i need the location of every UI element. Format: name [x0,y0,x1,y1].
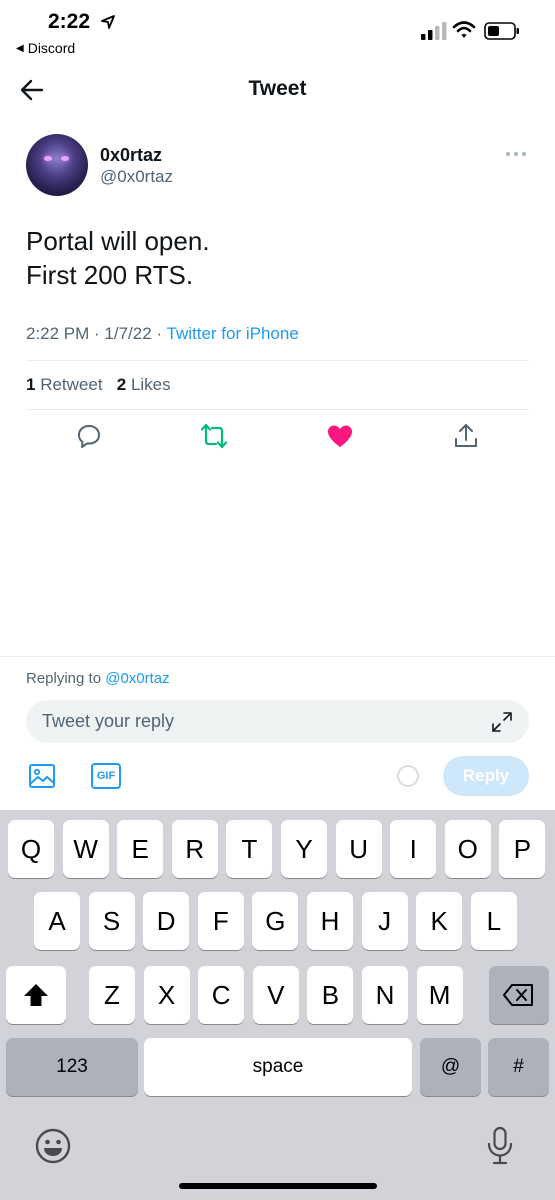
key-z[interactable]: Z [89,966,135,1024]
microphone-icon[interactable] [486,1126,514,1166]
wifi-icon [452,21,476,38]
hash-key[interactable]: # [488,1038,549,1096]
likes-link[interactable]: 2 Likes [117,375,171,394]
retweet-icon[interactable] [200,422,228,450]
key-k[interactable]: K [416,892,463,950]
replying-to: Replying to @0x0rtaz [26,670,170,687]
tweet-text: Portal will open. First 200 RTS. [26,224,210,292]
reply-input-container[interactable] [26,700,529,743]
home-indicator [179,1183,377,1189]
page-title: Tweet [248,77,307,100]
reply-button[interactable]: Reply [443,756,529,796]
key-u[interactable]: U [335,820,382,878]
shift-arrow-icon [24,984,48,1006]
meta-separator: · [89,324,105,343]
key-g[interactable]: G [252,892,299,950]
avatar-eye-left [44,156,52,161]
key-h[interactable]: H [307,892,353,950]
tweet-text-line: Portal will open. [26,226,210,256]
back-to-app-link[interactable]: ◀ Discord [16,40,75,56]
character-count-ring [397,765,419,787]
key-x[interactable]: X [143,966,190,1024]
image-icon[interactable] [28,762,56,790]
key-v[interactable]: V [252,966,299,1024]
tweet-date: 1/7/22 [104,324,152,343]
share-icon[interactable] [452,422,480,450]
backspace-icon [503,984,533,1006]
key-i[interactable]: I [390,820,437,878]
avatar[interactable] [26,134,88,196]
divider [26,409,529,410]
more-options-icon[interactable] [506,148,528,160]
shift-key[interactable] [6,966,66,1024]
meta-separator: · [151,324,167,343]
key-d[interactable]: D [143,892,190,950]
tweet-stats: 1 Retweet 2 Likes [26,375,171,395]
retweet-label: Retweet [40,375,103,394]
space-key[interactable]: space [144,1038,412,1096]
reply-input[interactable] [26,700,466,743]
key-j[interactable]: J [361,892,408,950]
key-o[interactable]: O [444,820,491,878]
key-a[interactable]: A [34,892,80,950]
composer-divider [0,656,555,657]
author-display-name[interactable]: 0x0rtaz [100,145,162,166]
key-f[interactable]: F [197,892,244,950]
key-s[interactable]: S [88,892,135,950]
reply-icon[interactable] [75,422,103,450]
tweet-text-line: First 200 RTS. [26,260,194,290]
key-m[interactable]: M [416,966,463,1024]
tweet-meta: 2:22 PM · 1/7/22 · Twitter for iPhone [26,324,299,344]
key-e[interactable]: E [117,820,164,878]
key-y[interactable]: Y [281,820,327,878]
gif-icon[interactable]: GIF [91,763,121,789]
cellular-signal-icon [421,22,447,40]
status-time: 2:22 [48,10,91,33]
location-arrow-icon [101,15,115,29]
tweet-source-link[interactable]: Twitter for iPhone [167,324,299,343]
retweets-link[interactable]: 1 Retweet [26,375,103,394]
at-key[interactable]: @ [420,1038,481,1096]
key-p[interactable]: P [499,820,546,878]
delete-key[interactable] [489,966,549,1024]
key-c[interactable]: C [198,966,245,1024]
expand-icon[interactable] [491,711,513,733]
key-l[interactable]: L [470,892,517,950]
divider [26,360,529,361]
key-r[interactable]: R [171,820,218,878]
replying-mention[interactable]: @0x0rtaz [105,670,169,687]
avatar-eye-right [61,156,69,161]
retweet-count: 1 [26,375,36,394]
key-b[interactable]: B [307,966,354,1024]
like-heart-icon[interactable] [326,422,354,450]
emoji-icon[interactable] [35,1128,71,1164]
tweet-time: 2:22 PM [26,324,90,343]
replying-prefix: Replying to [26,670,102,687]
author-handle[interactable]: @0x0rtaz [100,167,173,187]
key-q[interactable]: Q [8,820,54,878]
key-n[interactable]: N [362,966,408,1024]
status-bar: 2:22 ◀ Discord [0,0,555,62]
page-header: Tweet [0,62,555,118]
battery-icon [484,22,519,40]
back-triangle-icon: ◀ [16,42,24,54]
back-app-label: Discord [27,40,76,56]
key-w[interactable]: W [62,820,109,878]
like-count: 2 [116,375,127,394]
like-label: Likes [130,375,171,394]
numbers-key[interactable]: 123 [6,1038,138,1096]
key-t[interactable]: T [226,820,273,878]
